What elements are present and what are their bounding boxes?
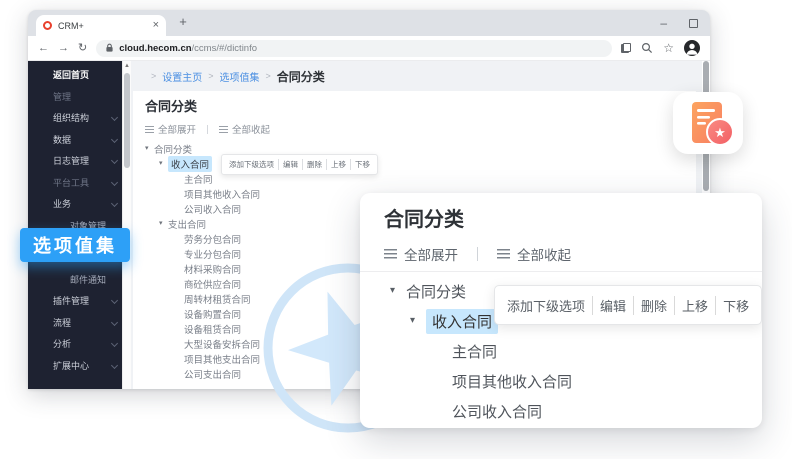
chevron-down-icon — [111, 157, 118, 164]
forward-icon[interactable]: → — [58, 43, 69, 54]
action-menu-item[interactable]: 删除 — [633, 296, 667, 315]
toolbar-divider — [207, 125, 208, 134]
breadcrumb-separator: > — [208, 71, 213, 81]
browser-tab-bar: CRM+ × + – — [28, 10, 710, 36]
chevron-down-icon — [111, 362, 118, 369]
tree-row[interactable]: ▾ 公司收入合同 — [384, 396, 762, 426]
expand-all-button[interactable]: 全部展开 — [158, 122, 196, 136]
option-set-callout[interactable]: 选项值集 — [20, 228, 130, 262]
dictionary-doc-badge: ★ — [673, 92, 743, 154]
sidebar-scrollbar[interactable]: ▲ — [122, 61, 131, 389]
sidebar-item[interactable]: 分析 — [28, 333, 122, 355]
action-menu-item[interactable]: 上移 — [674, 296, 708, 315]
sidebar-item[interactable]: 扩展中心 — [28, 355, 122, 377]
tab-title: CRM+ — [58, 21, 84, 31]
window-controls: – — [660, 10, 698, 36]
browser-url-bar: ← → ↻ cloud.hecom.cn/ccms/#/dictinfo ☆ — [28, 36, 710, 61]
sidebar-item[interactable]: 邮件通知 — [28, 269, 122, 291]
url-text: cloud.hecom.cn/ccms/#/dictinfo — [119, 43, 257, 54]
action-menu-item[interactable]: 删除 — [302, 159, 322, 170]
collapse-all-icon — [219, 126, 228, 133]
expand-all-icon — [145, 126, 154, 133]
new-tab-button[interactable]: + — [174, 14, 192, 29]
action-menu-item[interactable]: 添加下级选项 — [229, 159, 274, 170]
site-favicon-icon — [43, 21, 52, 30]
tab-close-icon[interactable]: × — [153, 20, 159, 31]
action-menu-item[interactable]: 添加下级选项 — [507, 296, 585, 315]
profile-avatar[interactable] — [684, 40, 700, 56]
collapse-all-icon — [497, 249, 510, 259]
zoom-icon[interactable] — [641, 42, 653, 54]
tree-row[interactable]: ▾ 项目其他收入合同 — [384, 366, 762, 396]
sidebar-item[interactable]: 日志管理 — [28, 150, 122, 172]
chevron-down-icon — [111, 319, 118, 326]
overlay-contract-tree: ▾ 合同分类 ▾ 收入合同 ▾ 主合同 ▾ 项 — [384, 276, 762, 426]
toolbar-divider — [477, 247, 478, 261]
expand-all-button[interactable]: 全部展开 — [404, 244, 458, 264]
sidebar-scrollbar-thumb[interactable] — [124, 73, 130, 168]
sidebar-item[interactable]: 组织结构 — [28, 107, 122, 129]
caret-down-icon[interactable]: ▾ — [145, 145, 154, 152]
chevron-down-icon — [111, 114, 118, 121]
sidebar-item[interactable]: 数据 — [28, 129, 122, 151]
address-input[interactable]: cloud.hecom.cn/ccms/#/dictinfo — [96, 40, 612, 57]
overlay-title: 合同分类 — [384, 209, 762, 231]
tree-row[interactable]: ▾ 主合同 — [384, 336, 762, 366]
chevron-down-icon — [111, 179, 118, 186]
sidebar-item[interactable]: 平台工具 — [28, 172, 122, 194]
scroll-up-icon[interactable]: ▲ — [123, 63, 131, 69]
action-menu-item[interactable]: 上移 — [326, 159, 346, 170]
breadcrumb-link[interactable]: 合同分类 — [277, 68, 325, 85]
page-title: 合同分类 — [145, 99, 696, 115]
sidebar-item[interactable]: 业务 — [28, 193, 122, 215]
pages-icon[interactable] — [621, 43, 631, 53]
svg-text:★: ★ — [714, 126, 726, 141]
divider — [360, 271, 762, 272]
breadcrumb-separator: > — [151, 71, 156, 81]
action-menu-item[interactable]: 编辑 — [592, 296, 626, 315]
tree-toolbar: 全部展开 全部收起 — [145, 123, 696, 135]
page: CRM+ × + – ← → ↻ cloud.hecom.cn/ccms/#/d… — [0, 0, 792, 459]
overlay-tree-toolbar: 全部展开 全部收起 — [384, 245, 762, 263]
caret-down-icon[interactable]: ▾ — [410, 316, 426, 326]
document-star-icon: ★ — [673, 92, 743, 154]
caret-down-icon[interactable]: ▾ — [390, 286, 406, 296]
chevron-down-icon — [111, 200, 118, 207]
reload-icon[interactable]: ↻ — [78, 43, 87, 54]
sidebar-nav: 返回首页 管理 组织结构 — [28, 61, 122, 389]
maximize-button[interactable] — [689, 19, 698, 28]
breadcrumb-link[interactable]: 设置主页 — [162, 69, 202, 84]
minimize-button[interactable]: – — [660, 17, 667, 29]
row-action-menu: 添加下级选项编辑删除上移下移 — [221, 154, 378, 175]
caret-down-icon[interactable]: ▾ — [159, 220, 168, 227]
sidebar-item[interactable]: 流程 — [28, 312, 122, 334]
action-menu-item[interactable]: 下移 — [715, 296, 749, 315]
url-bar-actions: ☆ — [621, 40, 700, 56]
breadcrumb: > 设置主页 > 选项值集 > 合同分类 — [131, 61, 702, 91]
collapse-all-button[interactable]: 全部收起 — [517, 244, 571, 264]
browser-tab[interactable]: CRM+ × — [36, 15, 166, 36]
chevron-down-icon — [111, 340, 118, 347]
magnified-panel: 合同分类 全部展开 全部收起 ▾ 合同分类 ▾ 收入合同 — [360, 193, 762, 428]
collapse-all-button[interactable]: 全部收起 — [232, 122, 270, 136]
sidebar-item[interactable]: 返回首页 — [28, 64, 122, 86]
expand-all-icon — [384, 249, 397, 259]
lock-icon — [105, 43, 114, 53]
caret-down-icon[interactable]: ▾ — [159, 160, 168, 167]
action-menu-item[interactable]: 下移 — [350, 159, 370, 170]
sidebar-item[interactable]: 插件管理 — [28, 290, 122, 312]
breadcrumb-separator: > — [266, 71, 271, 81]
bookmark-star-icon[interactable]: ☆ — [663, 42, 674, 54]
chevron-down-icon — [111, 136, 118, 143]
sidebar-item[interactable]: 管理 — [28, 86, 122, 108]
row-action-menu: 添加下级选项编辑删除上移下移 — [494, 285, 762, 325]
back-icon[interactable]: ← — [38, 43, 49, 54]
breadcrumb-link[interactable]: 选项值集 — [220, 69, 260, 84]
action-menu-item[interactable]: 编辑 — [278, 159, 298, 170]
chevron-down-icon — [111, 297, 118, 304]
